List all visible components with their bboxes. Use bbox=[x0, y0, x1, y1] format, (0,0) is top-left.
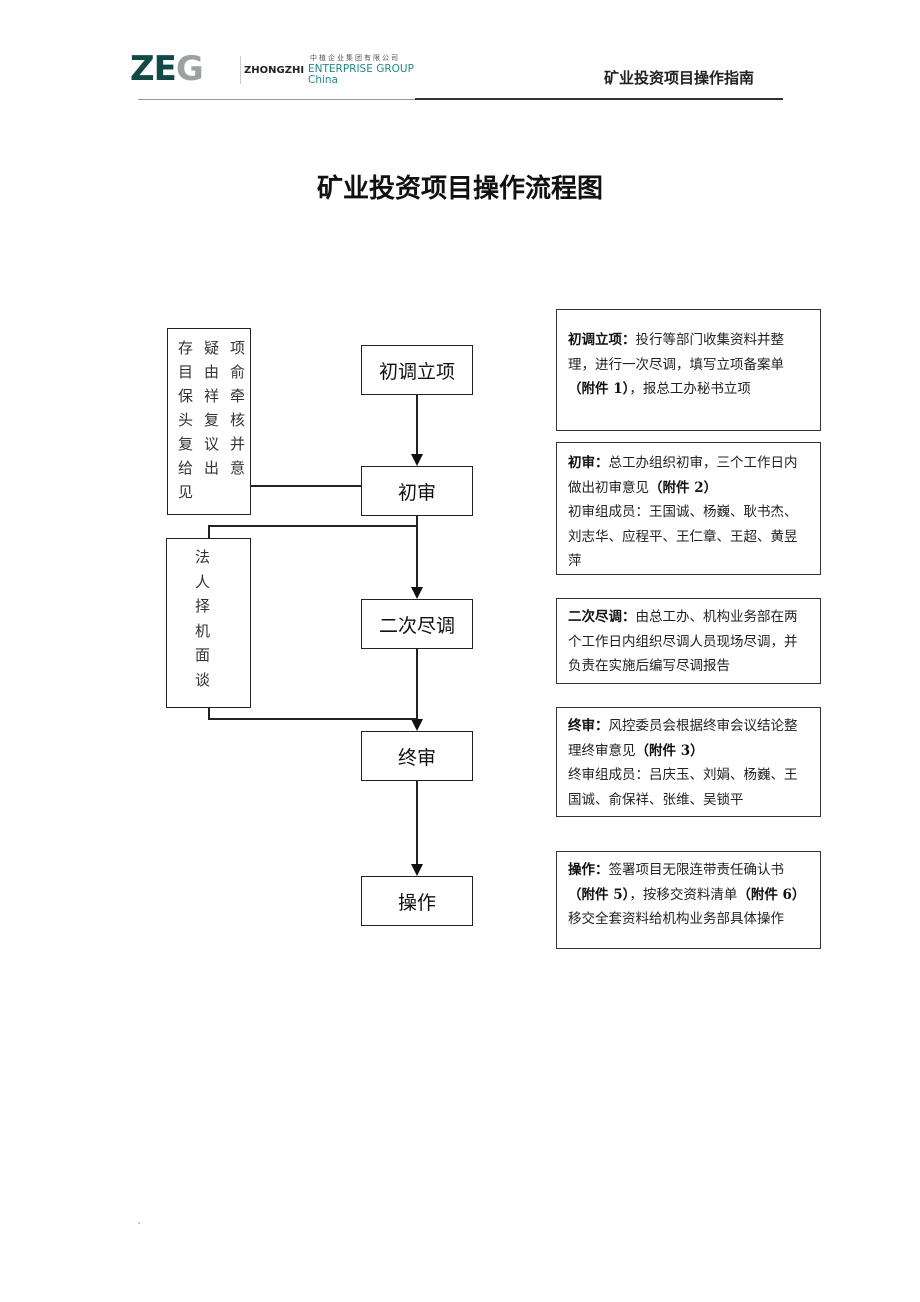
description-title: 二次尽调： bbox=[568, 609, 636, 625]
side-note-char: 议 bbox=[204, 435, 220, 453]
arrow-down-icon bbox=[411, 719, 423, 731]
connector-line bbox=[208, 525, 417, 527]
step-label: 终审 bbox=[397, 746, 436, 769]
flow-step-initial-survey: 初调立项 bbox=[361, 345, 473, 395]
side-note-char bbox=[204, 481, 230, 503]
side-note-char: 保 bbox=[178, 387, 194, 405]
flow-step-preliminary-review: 初审 bbox=[361, 466, 473, 516]
description-text: 签署项目无限连带责任确认书 bbox=[608, 862, 785, 878]
side-note-char: 面 bbox=[195, 646, 211, 664]
description-second-due-diligence: 二次尽调：由总工办、机构业务部在两个工作日内组织尽调人员现场尽调，并负责在实施后… bbox=[556, 598, 821, 684]
side-note-char: 头 bbox=[178, 411, 194, 429]
arrow-down-icon bbox=[411, 454, 423, 466]
logo-chinese-name: 中植企业集团有限公司 bbox=[310, 54, 400, 62]
side-note-char: 机 bbox=[195, 621, 211, 640]
side-note-char: 疑 bbox=[204, 339, 220, 357]
side-note-text-column: 法人择机面谈 bbox=[195, 545, 210, 692]
side-note-char: 目 bbox=[178, 363, 194, 381]
side-note-char: 牵 bbox=[230, 387, 246, 405]
description-body: 二次尽调：由总工办、机构业务部在两个工作日内组织尽调人员现场尽调，并负责在实施后… bbox=[568, 605, 810, 679]
logo-name-bold: ZHONGZHI bbox=[244, 65, 305, 76]
side-note-char: 意 bbox=[230, 459, 246, 477]
description-title: 终审： bbox=[568, 718, 609, 734]
header-rule-light bbox=[138, 99, 415, 100]
attachment-ref: （附件 1） bbox=[568, 381, 630, 397]
side-note-char: 复 bbox=[204, 411, 220, 429]
description-title: 操作： bbox=[568, 862, 609, 878]
step-label: 二次尽调 bbox=[378, 614, 455, 637]
flow-step-execution: 操作 bbox=[361, 876, 473, 926]
side-note-char: 择 bbox=[195, 597, 211, 615]
attachment-ref: （附件 5） bbox=[568, 886, 630, 903]
flow-step-final-review: 终审 bbox=[361, 731, 473, 781]
side-note-char: 存 bbox=[178, 339, 194, 357]
side-note-legal-interview: 法人择机面谈 bbox=[166, 538, 251, 708]
side-note-char: 并 bbox=[230, 435, 246, 453]
description-title: 初审： bbox=[568, 455, 609, 471]
document-header-title: 矿业投资项目操作指南 bbox=[604, 69, 755, 87]
connector-line bbox=[416, 781, 418, 865]
description-body: 操作：签署项目无限连带责任确认书 （附件 5），按移交资料清单（附件 6） 移交全套… bbox=[568, 858, 810, 932]
side-note-char: 人 bbox=[195, 572, 211, 591]
attachment-ref: （附件 2） bbox=[649, 479, 718, 496]
side-note-char: 由 bbox=[204, 363, 220, 381]
description-text: ，按移交资料清单 bbox=[629, 886, 738, 903]
committee-members: 初审组成员：王国诚、杨巍、耿书杰、刘志华、应程平、王仁章、王超、黄昱萍 bbox=[568, 504, 798, 569]
arrow-down-icon bbox=[411, 587, 423, 599]
side-note-char: 复 bbox=[178, 435, 194, 453]
side-note-char: 项 bbox=[230, 339, 246, 357]
connector-line bbox=[416, 649, 418, 720]
side-note-char: 给 bbox=[178, 459, 194, 477]
description-text: 移交全套资料给机构业务部具体操作 bbox=[568, 911, 784, 927]
step-label: 操作 bbox=[397, 891, 436, 914]
side-note-char: 谈 bbox=[195, 670, 211, 689]
logo-country: China bbox=[308, 74, 338, 86]
description-text: ，报总工办秘书立项 bbox=[629, 381, 751, 397]
connector-line bbox=[416, 395, 418, 455]
connector-line bbox=[251, 485, 361, 487]
page-title: 矿业投资项目操作流程图 bbox=[316, 174, 603, 204]
attachment-ref: （附件 6） bbox=[737, 886, 806, 903]
committee-members: 终审组成员：吕庆玉、刘娟、杨巍、王国诚、俞保祥、张维、吴锁平 bbox=[568, 767, 798, 808]
flow-step-second-due-diligence: 二次尽调 bbox=[361, 599, 473, 649]
description-body: 初调立项：投行等部门收集资料并整理，进行一次尽调，填写立项备案单（附件 1），报… bbox=[568, 328, 810, 402]
arrow-down-icon bbox=[411, 864, 423, 876]
logo-name-rest: ENTERPRISE GROUP China bbox=[308, 63, 414, 86]
side-note-char: 出 bbox=[204, 459, 220, 477]
connector-line bbox=[208, 525, 210, 539]
side-note-char: 见 bbox=[178, 483, 194, 501]
description-final-review: 终审：风控委员会根据终审会议结论整理终审意见（附件 3） 终审组成员：吕庆玉、刘娟… bbox=[556, 707, 821, 817]
side-note-doubt-review: 存疑项目由俞保祥牵头复核复议并给出意见 bbox=[167, 328, 251, 515]
side-note-char: 法 bbox=[195, 548, 211, 566]
connector-line bbox=[208, 718, 417, 720]
stray-mark bbox=[138, 1222, 140, 1224]
side-note-char: 俞 bbox=[230, 363, 246, 381]
description-body: 终审：风控委员会根据终审会议结论整理终审意见（附件 3） bbox=[568, 714, 810, 763]
description-execution: 操作：签署项目无限连带责任确认书 （附件 5），按移交资料清单（附件 6） 移交全套… bbox=[556, 851, 821, 949]
description-body: 初审：总工办组织初审，三个工作日内做出初审意见（附件 2） bbox=[568, 451, 810, 500]
attachment-ref: （附件 3） bbox=[635, 742, 704, 759]
side-note-char: 核 bbox=[230, 411, 246, 429]
step-label: 初调立项 bbox=[378, 360, 455, 383]
description-preliminary-review: 初审：总工办组织初审，三个工作日内做出初审意见（附件 2） 初审组成员：王国诚、杨… bbox=[556, 442, 821, 575]
side-note-char: 祥 bbox=[204, 387, 220, 405]
header-rule-dark bbox=[415, 98, 783, 100]
step-label: 初审 bbox=[397, 481, 436, 504]
logo-divider bbox=[240, 56, 241, 84]
company-logo-mark: ZEG bbox=[130, 49, 204, 89]
side-note-text-grid: 存疑项目由俞保祥牵头复核复议并给出意见 bbox=[178, 337, 256, 503]
description-initial-survey: 初调立项：投行等部门收集资料并整理，进行一次尽调，填写立项备案单（附件 1），报… bbox=[556, 309, 821, 431]
description-title: 初调立项： bbox=[568, 332, 636, 348]
